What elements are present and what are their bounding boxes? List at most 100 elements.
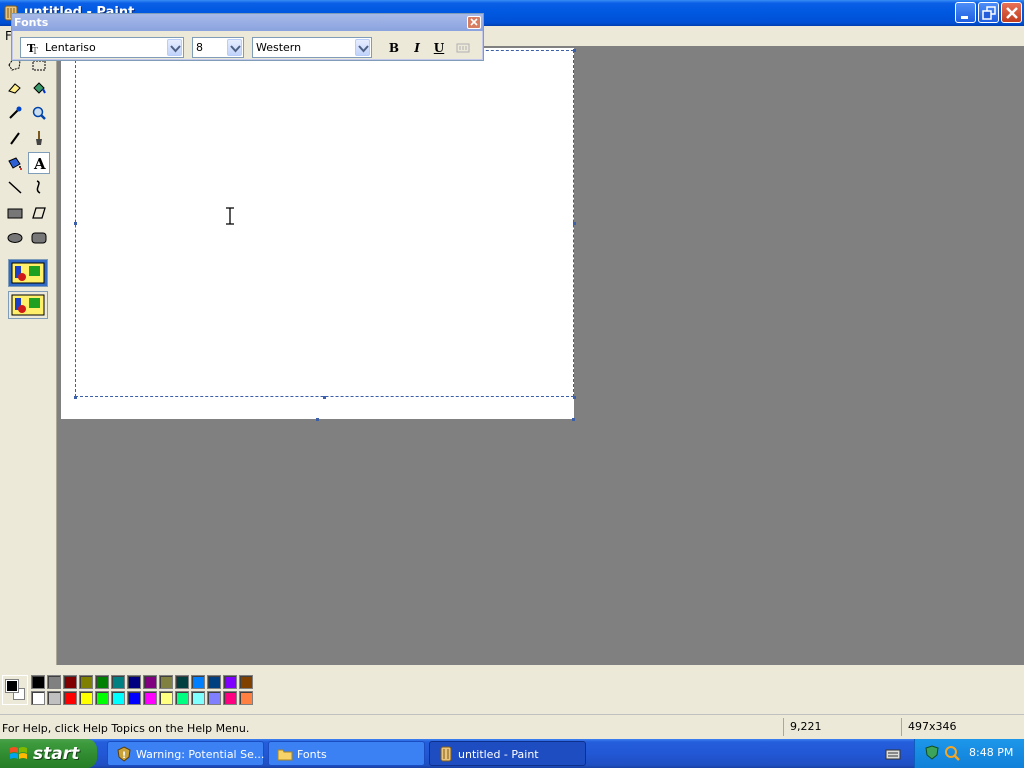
brush-icon[interactable] — [28, 127, 50, 149]
fonts-title-bar[interactable]: Fonts — [12, 14, 483, 31]
palette-color-swatch[interactable] — [207, 691, 221, 705]
palette-color-swatch[interactable] — [127, 691, 141, 705]
task-paint[interactable]: untitled - Paint — [429, 741, 586, 766]
palette-color-swatch[interactable] — [207, 675, 221, 689]
palette-color-swatch[interactable] — [223, 675, 237, 689]
line-icon[interactable] — [4, 176, 26, 198]
palette-color-swatch[interactable] — [127, 675, 141, 689]
fonts-title: Fonts — [14, 16, 49, 29]
palette-color-swatch[interactable] — [175, 691, 189, 705]
task-warning[interactable]: ! Warning: Potential Se... — [107, 741, 264, 766]
task-fonts[interactable]: Fonts — [268, 741, 425, 766]
resize-handle[interactable] — [74, 222, 77, 225]
airbrush-icon[interactable] — [4, 152, 26, 174]
fonts-toolbar: Fonts TT Lentariso 8 Western B I U — [11, 13, 484, 61]
network-security-icon[interactable] — [924, 745, 940, 761]
cursor-position: 9,221 — [783, 718, 899, 736]
text-box-frame[interactable] — [75, 50, 574, 397]
underline-button[interactable]: U — [429, 38, 449, 58]
search-icon[interactable] — [943, 745, 961, 763]
palette-color-swatch[interactable] — [79, 691, 93, 705]
fonts-close-button[interactable] — [467, 16, 481, 29]
italic-button[interactable]: I — [407, 38, 427, 58]
palette-color-swatch[interactable] — [31, 691, 45, 705]
palette-color-swatch[interactable] — [111, 675, 125, 689]
palette-color-swatch[interactable] — [63, 691, 77, 705]
palette-color-swatch[interactable] — [239, 675, 253, 689]
resize-handle[interactable] — [573, 222, 576, 225]
palette-color-swatch[interactable] — [191, 675, 205, 689]
minimize-button[interactable] — [955, 2, 976, 23]
magnifier-icon[interactable] — [28, 102, 50, 124]
font-script-select[interactable]: Western — [252, 37, 372, 58]
foreground-color-swatch — [5, 679, 19, 693]
start-button[interactable]: start — [0, 739, 97, 768]
selection-size: 497x346 — [901, 718, 1024, 736]
resize-handle[interactable] — [74, 396, 77, 399]
palette-color-swatch[interactable] — [143, 691, 157, 705]
system-tray: 8:48 PM — [914, 739, 1024, 768]
palette-color-swatch[interactable] — [95, 675, 109, 689]
font-size-select[interactable]: 8 — [192, 37, 244, 58]
font-script-value: Western — [256, 41, 302, 54]
palette-color-swatch[interactable] — [31, 675, 45, 689]
canvas-resize-handle[interactable] — [316, 418, 319, 421]
palette-color-swatch[interactable] — [223, 691, 237, 705]
svg-text:!: ! — [122, 751, 126, 761]
ellipse-icon[interactable] — [4, 227, 26, 249]
palette-color-swatch[interactable] — [159, 691, 173, 705]
palette-color-swatch[interactable] — [175, 675, 189, 689]
palette-color-swatch[interactable] — [47, 691, 61, 705]
rounded-rectangle-icon[interactable] — [28, 227, 50, 249]
chevron-down-icon[interactable] — [355, 39, 370, 56]
clock: 8:48 PM — [969, 746, 1014, 759]
palette-color-swatch[interactable] — [95, 691, 109, 705]
vertical-text-icon[interactable] — [453, 38, 473, 58]
text-cursor-icon — [225, 207, 235, 228]
fill-bucket-icon[interactable] — [28, 77, 50, 99]
truetype-font-icon: TT — [27, 42, 38, 55]
font-name-select[interactable]: TT Lentariso — [20, 37, 184, 58]
paint-icon — [440, 746, 452, 762]
start-label: start — [33, 744, 80, 764]
task-label: untitled - Paint — [458, 748, 539, 761]
chevron-down-icon[interactable] — [167, 39, 182, 56]
palette-color-swatch[interactable] — [63, 675, 77, 689]
palette-color-swatch[interactable] — [159, 675, 173, 689]
resize-handle[interactable] — [323, 396, 326, 399]
folder-icon — [277, 749, 293, 761]
rectangle-icon[interactable] — [4, 202, 26, 224]
task-label: Fonts — [297, 748, 327, 761]
palette-color-swatch[interactable] — [191, 691, 205, 705]
transparent-background-option[interactable] — [8, 291, 48, 319]
font-name-value: Lentariso — [45, 41, 96, 54]
palette-color-swatch[interactable] — [239, 691, 253, 705]
color-palette — [0, 665, 1024, 714]
text-tool-icon[interactable]: A — [28, 152, 50, 174]
bold-button[interactable]: B — [384, 38, 404, 58]
palette-color-swatch[interactable] — [79, 675, 93, 689]
resize-handle[interactable] — [573, 396, 576, 399]
palette-color-swatch[interactable] — [47, 675, 61, 689]
resize-handle[interactable] — [573, 49, 576, 52]
palette-color-swatch[interactable] — [111, 691, 125, 705]
toolbox: A — [0, 46, 57, 665]
task-label: Warning: Potential Se... — [136, 748, 265, 761]
chevron-down-icon[interactable] — [227, 39, 242, 56]
polygon-icon[interactable] — [28, 202, 50, 224]
windows-logo-icon — [10, 747, 27, 759]
keyboard-icon[interactable] — [885, 747, 901, 761]
close-button[interactable] — [1001, 2, 1022, 23]
status-bar: For Help, click Help Topics on the Help … — [0, 714, 1024, 739]
curve-icon[interactable] — [28, 176, 50, 198]
color-picker-icon[interactable] — [4, 102, 26, 124]
svg-text:T: T — [32, 47, 38, 55]
palette-color-swatch[interactable] — [143, 675, 157, 689]
eraser-icon[interactable] — [4, 77, 26, 99]
pencil-icon[interactable] — [4, 127, 26, 149]
opaque-background-option[interactable] — [8, 259, 48, 287]
canvas-resize-handle[interactable] — [572, 418, 575, 421]
status-help-text: For Help, click Help Topics on the Help … — [2, 722, 250, 735]
shield-warning-icon: ! — [117, 746, 131, 762]
restore-button[interactable] — [978, 2, 999, 23]
